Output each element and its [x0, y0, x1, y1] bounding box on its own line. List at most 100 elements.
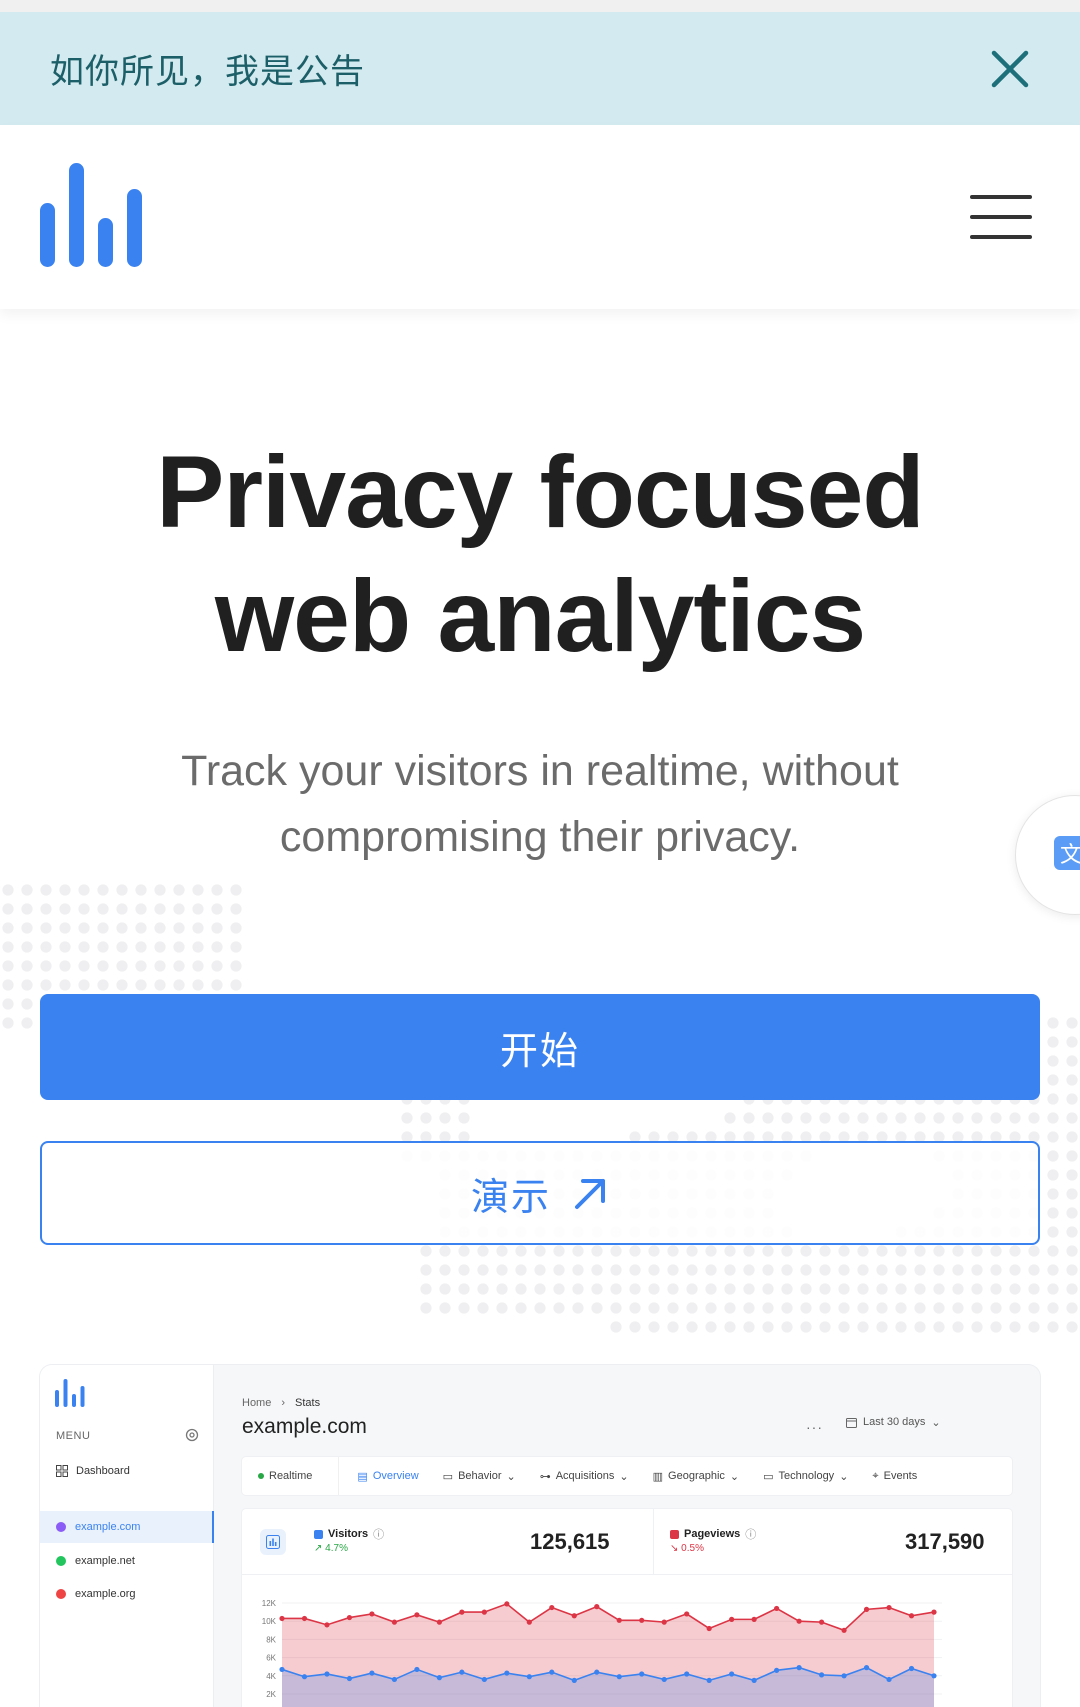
- map-dot: [838, 1321, 850, 1333]
- date-range-select[interactable]: Last 30 days ⌄: [836, 1409, 951, 1435]
- data-point-visitors: [863, 1665, 870, 1671]
- map-dot: [629, 1264, 641, 1276]
- map-dot: [838, 1264, 850, 1276]
- y-tick-label: 12K: [262, 1599, 277, 1608]
- data-point-pageviews: [661, 1619, 667, 1625]
- preview-main: Home › Stats example.com ··· Last 30 day…: [214, 1365, 1040, 1707]
- map-dot: [21, 960, 33, 972]
- map-dot: [800, 1283, 812, 1295]
- data-point-visitors: [841, 1673, 847, 1679]
- map-dot: [648, 1245, 660, 1257]
- map-dot: [534, 1245, 546, 1257]
- map-dot: [591, 1283, 603, 1295]
- data-point-pageviews: [549, 1604, 555, 1611]
- map-dot: [135, 922, 147, 934]
- map-dot: [2, 998, 14, 1010]
- map-dot: [1047, 1131, 1059, 1143]
- close-icon: [991, 50, 1029, 87]
- home-logo-link[interactable]: [40, 162, 144, 272]
- map-dot: [458, 1112, 470, 1124]
- menu-label: MENU: [56, 1430, 91, 1442]
- sidebar-site-example-com[interactable]: example.com: [40, 1511, 214, 1543]
- map-dot: [686, 1283, 698, 1295]
- data-point-visitors: [369, 1670, 375, 1676]
- hamburger-line: [970, 215, 1032, 219]
- map-dot: [876, 1245, 888, 1257]
- map-dot: [97, 979, 109, 991]
- map-dot: [667, 1245, 679, 1257]
- world-map-dots-background: [2, 884, 1078, 1333]
- y-tick-label: 6K: [266, 1654, 276, 1663]
- map-dot: [496, 1302, 508, 1314]
- data-point-visitors: [818, 1672, 825, 1678]
- data-point-pageviews: [931, 1609, 937, 1615]
- map-dot: [21, 922, 33, 934]
- map-dot: [40, 979, 52, 991]
- map-dot: [192, 922, 204, 934]
- sidebar-site-example-net[interactable]: example.net: [40, 1545, 214, 1577]
- map-dot: [1047, 1074, 1059, 1086]
- metric-visitors-value: 125,615: [530, 1529, 610, 1554]
- map-dot: [667, 1283, 679, 1295]
- map-dot: [553, 1245, 565, 1257]
- settings-icon[interactable]: [185, 1428, 199, 1442]
- map-dot: [876, 1264, 888, 1276]
- map-dot: [1047, 1321, 1059, 1333]
- data-point-pageviews: [481, 1609, 487, 1615]
- start-button[interactable]: 开始: [40, 994, 1040, 1100]
- map-dot: [971, 1112, 983, 1124]
- demo-button[interactable]: 演示: [40, 1141, 1040, 1245]
- map-dot: [705, 1245, 717, 1257]
- metric-visitors-label: Visitors ⓘ: [314, 1526, 384, 1542]
- tab-events[interactable]: ⌖ Events: [860, 1457, 929, 1495]
- data-point-pageviews: [436, 1619, 442, 1625]
- tab-acquisitions[interactable]: ⊶ Acquisitions ⌄: [528, 1457, 641, 1495]
- more-options-button[interactable]: ···: [806, 1419, 823, 1435]
- map-dot: [173, 979, 185, 991]
- map-dot: [1028, 1245, 1040, 1257]
- hero-subtitle: Track your visitors in realtime, without…: [181, 747, 899, 861]
- tab-geographic[interactable]: ▥ Geographic ⌄: [641, 1457, 752, 1495]
- map-dot: [154, 960, 166, 972]
- tab-realtime[interactable]: Realtime: [242, 1457, 340, 1495]
- map-dot: [857, 1302, 869, 1314]
- map-dot: [78, 922, 90, 934]
- hero-title-line: Privacy focused: [156, 435, 924, 549]
- map-dot: [857, 1264, 869, 1276]
- map-dot: [952, 1321, 964, 1333]
- map-dot: [610, 1264, 622, 1276]
- close-announcement-button[interactable]: [980, 39, 1040, 99]
- menu-button[interactable]: [970, 187, 1040, 247]
- sidebar-item-dashboard[interactable]: Dashboard: [56, 1465, 130, 1477]
- map-dot: [629, 1245, 641, 1257]
- chart-toggle-button[interactable]: [260, 1529, 286, 1555]
- hamburger-line: [970, 235, 1032, 239]
- site-favicon-icon: [56, 1522, 66, 1532]
- map-dot: [724, 1264, 736, 1276]
- hero-title: Privacy focused web analytics: [0, 430, 1080, 678]
- tab-technology[interactable]: ▭ Technology ⌄: [751, 1457, 860, 1495]
- breadcrumb-home[interactable]: Home: [242, 1397, 271, 1409]
- map-dot: [705, 1302, 717, 1314]
- data-point-visitors: [414, 1666, 420, 1673]
- map-dot: [857, 1245, 869, 1257]
- data-point-pageviews: [571, 1613, 577, 1619]
- map-dot: [496, 1245, 508, 1257]
- bar-chart-logo-icon: [55, 1379, 85, 1407]
- metric-pageviews-delta: ↘ 0.5%: [670, 1543, 704, 1554]
- data-point-visitors: [706, 1677, 712, 1683]
- map-dot: [572, 1302, 584, 1314]
- tab-behavior[interactable]: ▭ Behavior ⌄: [431, 1457, 528, 1495]
- tab-overview[interactable]: ▤ Overview: [339, 1457, 430, 1495]
- map-dot: [819, 1245, 831, 1257]
- map-dot: [515, 1245, 527, 1257]
- map-dot: [648, 1321, 660, 1333]
- map-dot: [1066, 1207, 1078, 1219]
- data-point-visitors: [774, 1667, 780, 1673]
- map-dot: [116, 884, 128, 896]
- map-dot: [515, 1283, 527, 1295]
- delta-value: 0.5%: [681, 1543, 704, 1554]
- map-dot: [1066, 1283, 1078, 1295]
- sidebar-site-example-org[interactable]: example.org: [40, 1578, 214, 1610]
- map-dot: [173, 884, 185, 896]
